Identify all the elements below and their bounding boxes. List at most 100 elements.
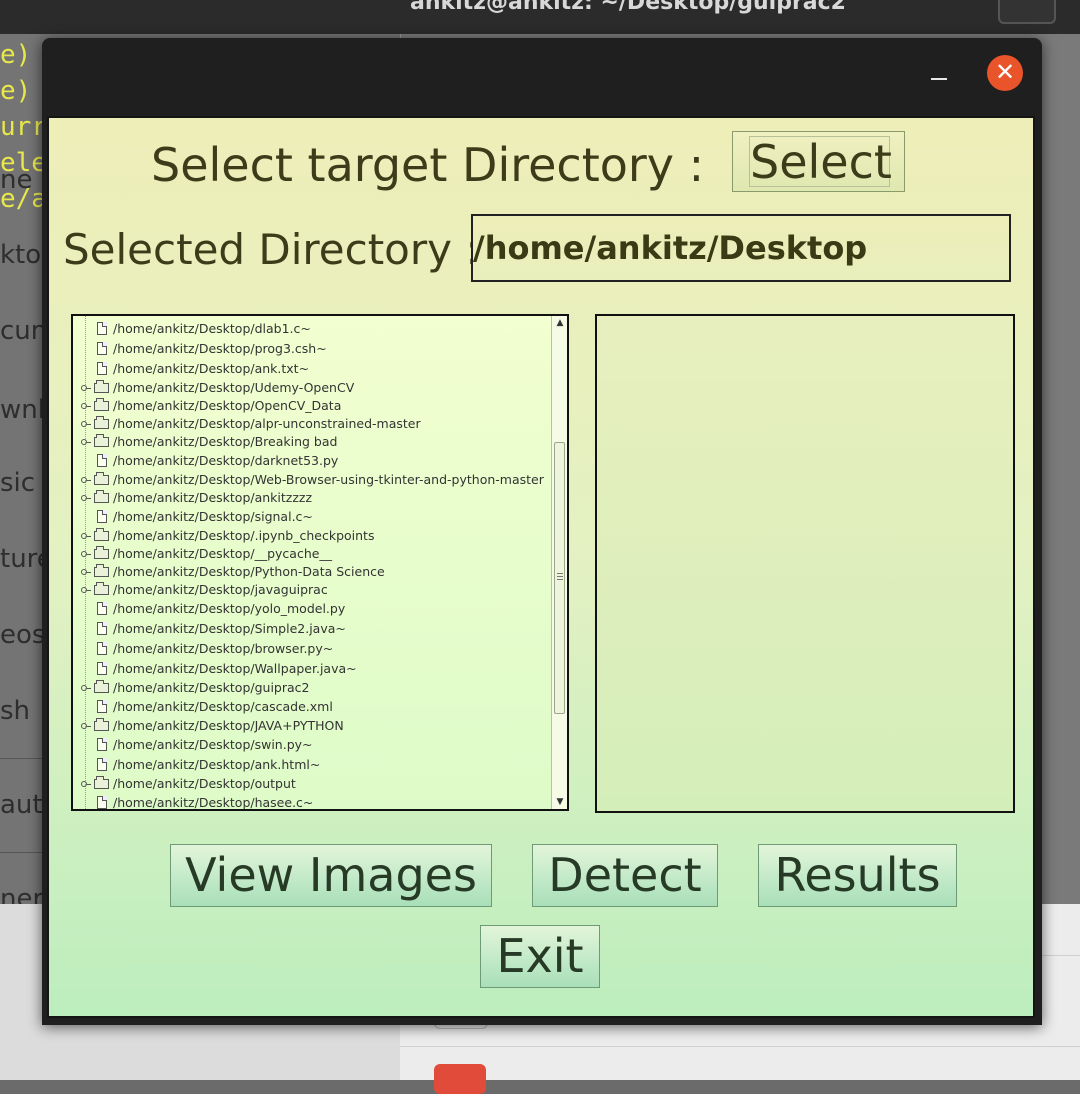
tree-list: /home/ankitz/Desktop/dlab1.c~ /home/ankit… [73,316,551,809]
file-icon [97,796,107,809]
file-icon [97,510,107,523]
tree-folder-row[interactable]: /home/ankitz/Desktop/OpenCV_Data [73,397,551,415]
select-button-label: Select [749,135,892,189]
tree-file-row[interactable]: /home/ankitz/Desktop/cascade.xml [73,698,551,716]
tree-folder-row[interactable]: /home/ankitz/Desktop/.ipynb_checkpoints [73,527,551,545]
scroll-thumb[interactable] [554,442,565,714]
expand-icon[interactable] [81,421,91,427]
expand-icon[interactable] [81,439,91,445]
tree-folder-row[interactable]: /home/ankitz/Desktop/guiprac2 [73,679,551,697]
image-preview-panel [595,314,1015,813]
expand-icon[interactable] [81,569,91,575]
expand-icon[interactable] [81,533,91,539]
tree-folder-row[interactable]: /home/ankitz/Desktop/Web-Browser-using-t… [73,471,551,489]
tree-folder-row[interactable]: /home/ankitz/Desktop/ankitzzzz [73,489,551,507]
folder-icon [94,718,109,731]
expand-icon[interactable] [81,685,91,691]
folder-icon [94,776,109,789]
tree-file-row[interactable]: /home/ankitz/Desktop/yolo_model.py [73,600,551,618]
exit-button[interactable]: Exit [480,925,600,988]
select-button[interactable]: Select [732,131,905,192]
expand-icon[interactable] [81,551,91,557]
expand-icon[interactable] [81,385,91,391]
expand-icon[interactable] [81,477,91,483]
tree-folder-row[interactable]: /home/ankitz/Desktop/Python-Data Science [73,563,551,581]
tree-file-row[interactable]: /home/ankitz/Desktop/signal.c~ [73,508,551,526]
tree-file-row[interactable]: /home/ankitz/Desktop/prog3.csh~ [73,340,551,358]
scroll-down-arrow-icon[interactable]: ▼ [552,795,567,809]
terminal-line: e) [0,76,32,106]
tree-file-row[interactable]: /home/ankitz/Desktop/darknet53.py [73,452,551,470]
tree-item-label: /home/ankitz/Desktop/hasee.c~ [113,795,314,809]
selected-directory-field[interactable]: /home/ankitz/Desktop [471,214,1011,282]
folder-icon [94,546,109,559]
terminal-line: urr [0,112,47,142]
detect-button[interactable]: Detect [532,844,718,907]
tree-item-label: /home/ankitz/Desktop/Simple2.java~ [113,621,346,636]
tree-folder-row[interactable]: /home/ankitz/Desktop/Udemy-OpenCV [73,379,551,397]
tree-item-label: /home/ankitz/Desktop/ank.txt~ [113,361,310,376]
tree-item-label: /home/ankitz/Desktop/yolo_model.py [113,601,346,616]
tree-folder-row[interactable]: /home/ankitz/Desktop/output [73,775,551,793]
folder-icon [94,582,109,595]
tree-file-row[interactable]: /home/ankitz/Desktop/ank.html~ [73,756,551,774]
minimize-button[interactable] [929,62,949,82]
tree-file-row[interactable]: /home/ankitz/Desktop/swin.py~ [73,736,551,754]
folder-icon [94,528,109,541]
file-icon [97,738,107,751]
sidebar-item[interactable]: ne [0,165,32,195]
file-icon [97,700,107,713]
tree-folder-row[interactable]: /home/ankitz/Desktop/alpr-unconstrained-… [73,415,551,433]
expand-icon[interactable] [81,495,91,501]
tree-file-row[interactable]: /home/ankitz/Desktop/hasee.c~ [73,794,551,809]
tree-folder-row[interactable]: /home/ankitz/Desktop/JAVA+PYTHON [73,717,551,735]
folder-icon [94,472,109,485]
tree-file-row[interactable]: /home/ankitz/Desktop/Wallpaper.java~ [73,660,551,678]
folder-icon [94,380,109,393]
file-icon [97,322,107,335]
file-icon [97,642,107,655]
file-icon [97,454,107,467]
tree-file-row[interactable]: /home/ankitz/Desktop/browser.py~ [73,640,551,658]
results-button[interactable]: Results [758,844,957,907]
tree-item-label: /home/ankitz/Desktop/ank.html~ [113,757,321,772]
file-icon [97,758,107,771]
expand-icon[interactable] [81,403,91,409]
tree-file-row[interactable]: /home/ankitz/Desktop/ank.txt~ [73,360,551,378]
tree-item-label: /home/ankitz/Desktop/alpr-unconstrained-… [113,416,421,431]
grip-icon [557,573,563,580]
tree-item-label: /home/ankitz/Desktop/Web-Browser-using-t… [113,472,544,487]
tree-scrollbar[interactable]: ▲ ▼ [551,316,567,809]
tree-folder-row[interactable]: /home/ankitz/Desktop/javaguiprac [73,581,551,599]
tree-file-row[interactable]: /home/ankitz/Desktop/Simple2.java~ [73,620,551,638]
tree-item-label: /home/ankitz/Desktop/dlab1.c~ [113,321,311,336]
view-images-button[interactable]: View Images [170,844,492,907]
window-titlebar[interactable]: ✕ [42,38,1042,110]
tree-item-label: /home/ankitz/Desktop/Udemy-OpenCV [113,380,355,395]
expand-icon[interactable] [81,587,91,593]
tree-folder-row[interactable]: /home/ankitz/Desktop/Breaking bad [73,433,551,451]
folder-icon [94,434,109,447]
file-icon [97,662,107,675]
background-window-title: ankitz@ankitz: ~/Desktop/guiprac2 [410,0,846,15]
tree-file-row[interactable]: /home/ankitz/Desktop/dlab1.c~ [73,320,551,338]
sidebar-item[interactable]: sic [0,468,35,498]
tree-item-label: /home/ankitz/Desktop/__pycache__ [113,546,332,561]
folder-icon [94,490,109,503]
select-target-label: Select target Directory : [151,138,705,192]
tree-folder-row[interactable]: /home/ankitz/Desktop/__pycache__ [73,545,551,563]
sidebar-item[interactable]: eos [0,620,45,650]
background-search-button[interactable] [998,0,1056,24]
close-button[interactable]: ✕ [987,55,1023,91]
sidebar-item[interactable]: sh [0,696,30,726]
tree-item-label: /home/ankitz/Desktop/OpenCV_Data [113,398,342,413]
tree-item-label: /home/ankitz/Desktop/ankitzzzz [113,490,313,505]
tree-item-label: /home/ankitz/Desktop/.ipynb_checkpoints [113,528,375,543]
directory-tree[interactable]: /home/ankitz/Desktop/dlab1.c~ /home/ankit… [71,314,569,811]
main-panel: Select target Directory : Select Selecte… [47,116,1035,1018]
expand-icon[interactable] [81,723,91,729]
file-icon [97,622,107,635]
background-file-icon [434,1064,486,1094]
expand-icon[interactable] [81,781,91,787]
scroll-up-arrow-icon[interactable]: ▲ [552,316,567,330]
